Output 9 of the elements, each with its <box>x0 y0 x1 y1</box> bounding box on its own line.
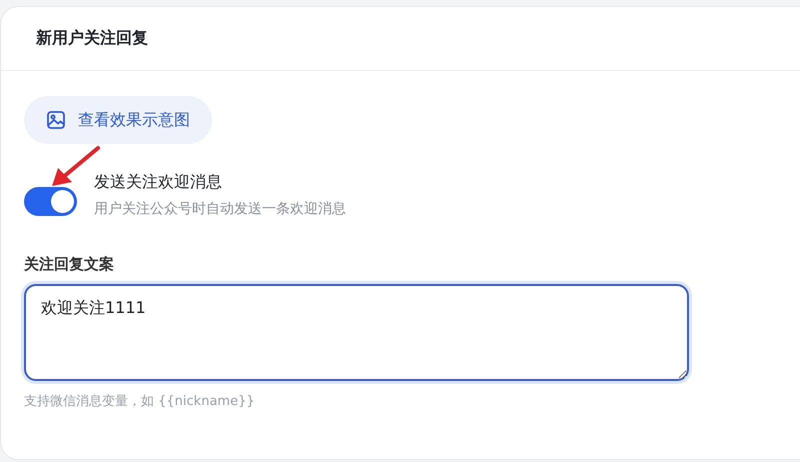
image-icon <box>46 110 66 130</box>
preview-button[interactable]: 查看效果示意图 <box>24 96 212 144</box>
field-label: 关注回复文案 <box>24 255 114 274</box>
toggle-label: 发送关注欢迎消息 <box>94 172 223 193</box>
card-title: 新用户关注回复 <box>36 28 148 49</box>
reply-text-field[interactable]: 欢迎关注1111 <box>24 284 689 381</box>
field-hint: 支持微信消息变量，如 {{nickname}} <box>24 393 255 410</box>
toggle-switch[interactable] <box>24 187 77 216</box>
toggle-description: 用户关注公众号时自动发送一条欢迎消息 <box>94 200 346 218</box>
